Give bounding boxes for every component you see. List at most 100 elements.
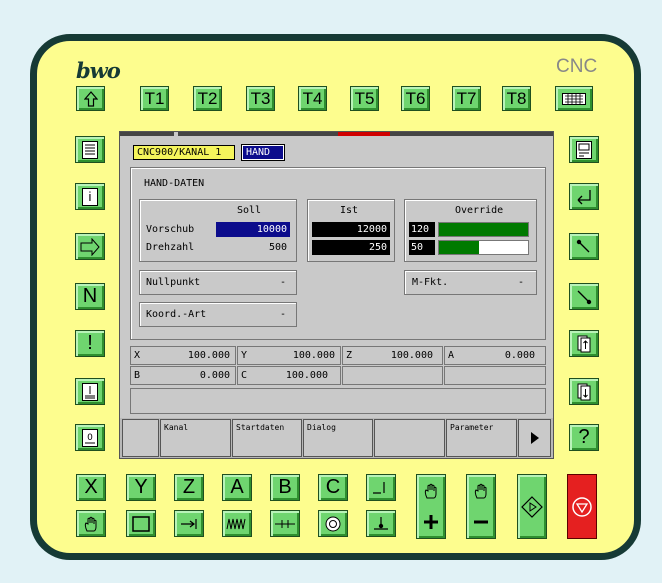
tool-down-button[interactable] xyxy=(569,283,599,310)
t5-button[interactable]: T5 xyxy=(350,86,379,111)
jog-plus-button[interactable] xyxy=(416,474,446,539)
softkey-startdaten[interactable]: Startdaten xyxy=(232,419,302,457)
transfer-button[interactable] xyxy=(75,233,105,260)
enter-button[interactable] xyxy=(569,183,599,210)
axis-x-value: 100.000 xyxy=(187,350,230,361)
tool-diagonal-down-icon xyxy=(577,290,592,304)
axis-empty-cell-1 xyxy=(342,366,443,385)
tool-diagonal-icon xyxy=(576,239,590,252)
axis-a-name: A xyxy=(448,350,455,361)
axis-c-name: C xyxy=(241,370,248,381)
arrow-up-icon xyxy=(83,90,98,107)
t6-button[interactable]: T6 xyxy=(401,86,430,111)
tool-offset-icon xyxy=(374,516,388,530)
softkey-kanal[interactable]: Kanal xyxy=(160,419,231,457)
axis-z-value: 100.000 xyxy=(390,350,433,361)
spindle-button[interactable] xyxy=(318,510,348,537)
jog-hand-button[interactable] xyxy=(76,510,106,537)
t3-label: T3 xyxy=(250,89,271,108)
axis-b-button[interactable]: B xyxy=(270,474,300,501)
override-feed-bar xyxy=(438,222,529,237)
n-button[interactable]: N xyxy=(75,283,105,310)
axis-a-button[interactable]: A xyxy=(222,474,252,501)
t4-button[interactable]: T4 xyxy=(298,86,327,111)
koordart-label: Koord.-Art xyxy=(146,309,207,320)
info-button[interactable]: i xyxy=(75,183,105,210)
vorschub-label: Vorschub xyxy=(146,224,195,235)
feed-stop-button[interactable] xyxy=(174,510,204,537)
hand-icon xyxy=(474,483,487,499)
active-indicator xyxy=(338,132,390,136)
emergency-stop-button[interactable] xyxy=(567,474,597,539)
increment-icon xyxy=(275,519,295,528)
drehzahl-ist: 250 xyxy=(312,240,390,255)
window-frame-icon xyxy=(132,515,150,532)
section-title: HAND-DATEN xyxy=(144,178,205,189)
axis-z-button[interactable]: Z xyxy=(174,474,204,501)
program-button[interactable] xyxy=(569,136,599,163)
axis-x-name: X xyxy=(134,350,141,361)
mode-label: HAND xyxy=(241,144,285,161)
axis-y-button[interactable]: Y xyxy=(126,474,156,501)
softkey-1[interactable] xyxy=(122,419,159,457)
softkey-5[interactable] xyxy=(374,419,445,457)
page-up-button[interactable] xyxy=(569,330,599,357)
n-label: N xyxy=(82,285,98,307)
t3-button[interactable]: T3 xyxy=(246,86,275,111)
list-view-button[interactable] xyxy=(75,136,105,163)
transfer-arrow-icon xyxy=(80,237,100,256)
softkey-parameter[interactable]: Parameter xyxy=(446,419,517,457)
axis-x-button[interactable]: X xyxy=(76,474,106,501)
brand-logo: bwo xyxy=(76,58,121,83)
t2-label: T2 xyxy=(197,89,218,108)
softkey-dialog[interactable]: Dialog xyxy=(303,419,373,457)
vorschub-soll[interactable]: 10000 xyxy=(216,222,290,237)
alarm-label: ! xyxy=(87,332,93,354)
softkey-next[interactable] xyxy=(518,419,551,457)
memory-button[interactable] xyxy=(75,378,105,405)
shift-up-button[interactable] xyxy=(76,86,105,111)
tool-offset-button[interactable] xyxy=(366,510,396,537)
t8-button[interactable]: T8 xyxy=(502,86,531,111)
axis-y-value: 100.000 xyxy=(292,350,335,361)
axis-y-name: Y xyxy=(241,350,248,361)
spindle-icon xyxy=(325,516,341,531)
stop-icon xyxy=(572,496,592,517)
page-down-icon xyxy=(577,383,591,400)
jog-minus-button[interactable] xyxy=(466,474,496,539)
drehzahl-soll[interactable]: 500 xyxy=(216,240,290,255)
t1-button[interactable]: T1 xyxy=(140,86,169,111)
window-button[interactable] xyxy=(126,510,156,537)
help-button[interactable]: ? xyxy=(569,424,599,451)
cycle-start-button[interactable] xyxy=(517,474,547,539)
tool-up-button[interactable] xyxy=(569,233,599,260)
reference-button[interactable] xyxy=(366,474,396,501)
screen-top-strip xyxy=(120,132,553,136)
soll-header: Soll xyxy=(237,205,262,216)
alarm-button[interactable]: ! xyxy=(75,330,105,357)
spring-button[interactable] xyxy=(222,510,252,537)
t6-label: T6 xyxy=(405,89,426,108)
nullpunkt-label: Nullpunkt xyxy=(146,277,201,288)
help-label: ? xyxy=(578,426,590,448)
increment-button[interactable] xyxy=(270,510,300,537)
mfkt-value: - xyxy=(518,277,525,288)
axis-c-label: C xyxy=(325,476,341,498)
t2-button[interactable]: T2 xyxy=(193,86,222,111)
plus-icon xyxy=(424,515,438,530)
vorschub-ist: 12000 xyxy=(312,222,390,237)
axis-b-value: 0.000 xyxy=(199,370,230,381)
arrow-to-line-icon xyxy=(181,518,197,529)
t7-button[interactable]: T7 xyxy=(452,86,481,111)
drehzahl-label: Drehzahl xyxy=(146,242,195,253)
page-down-button[interactable] xyxy=(569,378,599,405)
keyboard-button[interactable] xyxy=(555,86,593,111)
axis-z-name: Z xyxy=(346,350,353,361)
channel-label: CNC900/KANAL 1 xyxy=(133,145,235,160)
t7-label: T7 xyxy=(456,89,477,108)
zero-button[interactable]: 0 xyxy=(75,424,105,451)
minus-icon xyxy=(474,520,488,524)
enter-icon xyxy=(577,189,591,204)
override-spindle-value: 50 xyxy=(409,240,435,255)
axis-c-button[interactable]: C xyxy=(318,474,348,501)
